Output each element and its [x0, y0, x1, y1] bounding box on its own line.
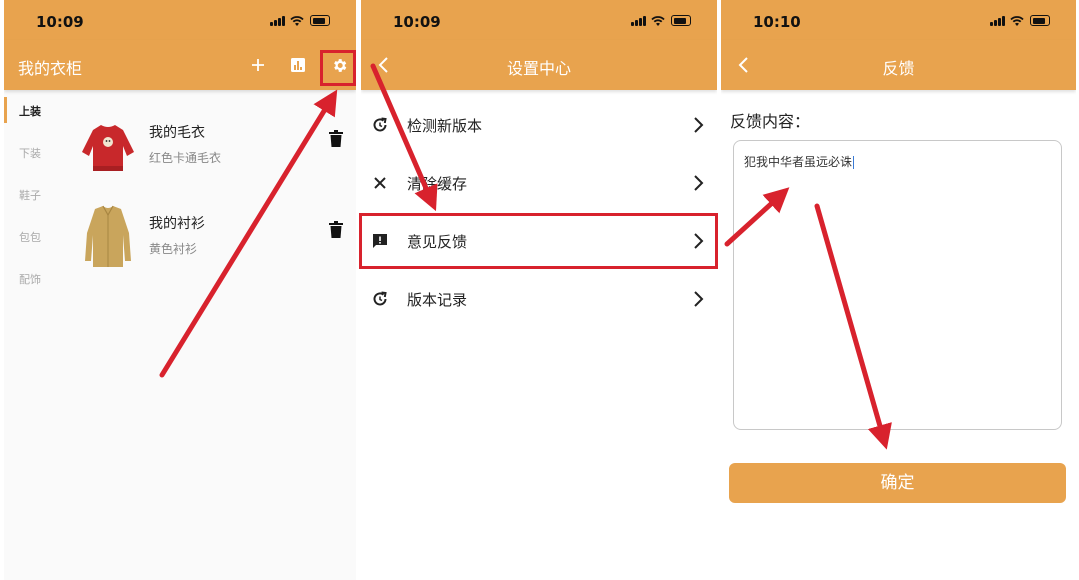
status-icons [980, 14, 1050, 28]
category-label: 下装 [19, 147, 41, 160]
wifi-icon [290, 16, 304, 26]
sweater-image [82, 125, 134, 171]
category-label: 鞋子 [19, 189, 41, 202]
category-shoes[interactable]: 鞋子 [4, 174, 54, 214]
text-caret [853, 156, 855, 169]
stats-button[interactable] [287, 54, 309, 76]
category-label: 上装 [19, 105, 41, 118]
category-sidebar: 上装 下装 鞋子 包包 配饰 [4, 90, 54, 580]
category-label: 配饰 [19, 273, 41, 286]
battery-icon [671, 15, 691, 26]
category-accessories[interactable]: 配饰 [4, 258, 54, 298]
delete-button[interactable] [329, 221, 345, 239]
status-time: 10:10 [753, 13, 801, 31]
navbar: 我的衣柜 [4, 40, 356, 90]
delete-button[interactable] [329, 130, 345, 148]
highlight-gear [320, 50, 356, 86]
refresh-icon [373, 117, 387, 132]
submit-button[interactable]: 确定 [729, 463, 1066, 503]
chevron-right-icon [694, 175, 704, 191]
page-title: 反馈 [882, 59, 915, 78]
status-time: 10:09 [393, 13, 441, 31]
category-tops[interactable]: 上装 [4, 90, 54, 130]
wifi-icon [651, 16, 665, 26]
category-bags[interactable]: 包包 [4, 216, 54, 256]
chart-icon [291, 58, 305, 72]
category-bottoms[interactable]: 下装 [4, 132, 54, 172]
signal-icon [631, 16, 647, 26]
item-desc: 红色卡通毛衣 [149, 151, 222, 165]
clothing-item[interactable]: 我的衬衫 黄色衬衫 [79, 203, 349, 271]
page-title: 设置中心 [506, 59, 571, 78]
signal-icon [990, 16, 1006, 26]
page-title: 我的衣柜 [18, 59, 83, 78]
chevron-right-icon [694, 291, 704, 307]
navbar: 反馈 [721, 40, 1076, 90]
settings-screen: 10:09 设置中心 检测新版本 清除缓存 意见反馈 版本记录 [361, 0, 717, 580]
status-icons [260, 14, 330, 28]
menu-item-check-update[interactable]: 检测新版本 [361, 96, 717, 154]
feedback-text: 犯我中华者虽远必诛 [744, 155, 853, 169]
menu-label: 清除缓存 [407, 175, 468, 193]
clothing-item[interactable]: 我的毛衣 红色卡通毛衣 [79, 112, 349, 180]
status-bar: 10:09 [361, 0, 717, 40]
feedback-textarea[interactable]: 犯我中华者虽远必诛 [733, 140, 1062, 430]
menu-label: 版本记录 [407, 291, 468, 309]
close-icon [374, 177, 386, 189]
item-name: 我的毛衣 [149, 125, 205, 141]
battery-icon [310, 15, 330, 26]
feedback-screen: 10:10 反馈 反馈内容： 犯我中华者虽远必诛 确定 [721, 0, 1076, 580]
battery-icon [1030, 15, 1050, 26]
item-name: 我的衬衫 [149, 216, 205, 232]
wardrobe-screen: 10:09 我的衣柜 上装 下装 鞋子 包包 配饰 我的毛衣 红色卡通毛衣 我的… [4, 0, 356, 580]
chevron-right-icon [694, 117, 704, 133]
status-time: 10:09 [36, 13, 84, 31]
trash-icon [329, 221, 343, 238]
history-icon [373, 291, 387, 306]
menu-label: 检测新版本 [407, 117, 483, 135]
status-icons [621, 14, 691, 28]
wifi-icon [1010, 16, 1024, 26]
trash-icon [329, 130, 343, 147]
shirt-image [85, 205, 131, 267]
menu-item-version-history[interactable]: 版本记录 [361, 270, 717, 328]
status-bar: 10:10 [721, 0, 1076, 40]
signal-icon [270, 16, 286, 26]
feedback-label: 反馈内容： [730, 112, 811, 131]
menu-item-clear-cache[interactable]: 清除缓存 [361, 154, 717, 212]
navbar: 设置中心 [361, 40, 717, 90]
item-desc: 黄色衬衫 [149, 242, 198, 256]
plus-icon [252, 59, 264, 71]
status-bar: 10:09 [4, 0, 356, 40]
highlight-feedback-row [359, 213, 718, 269]
add-button[interactable] [247, 54, 269, 76]
category-label: 包包 [19, 231, 41, 244]
